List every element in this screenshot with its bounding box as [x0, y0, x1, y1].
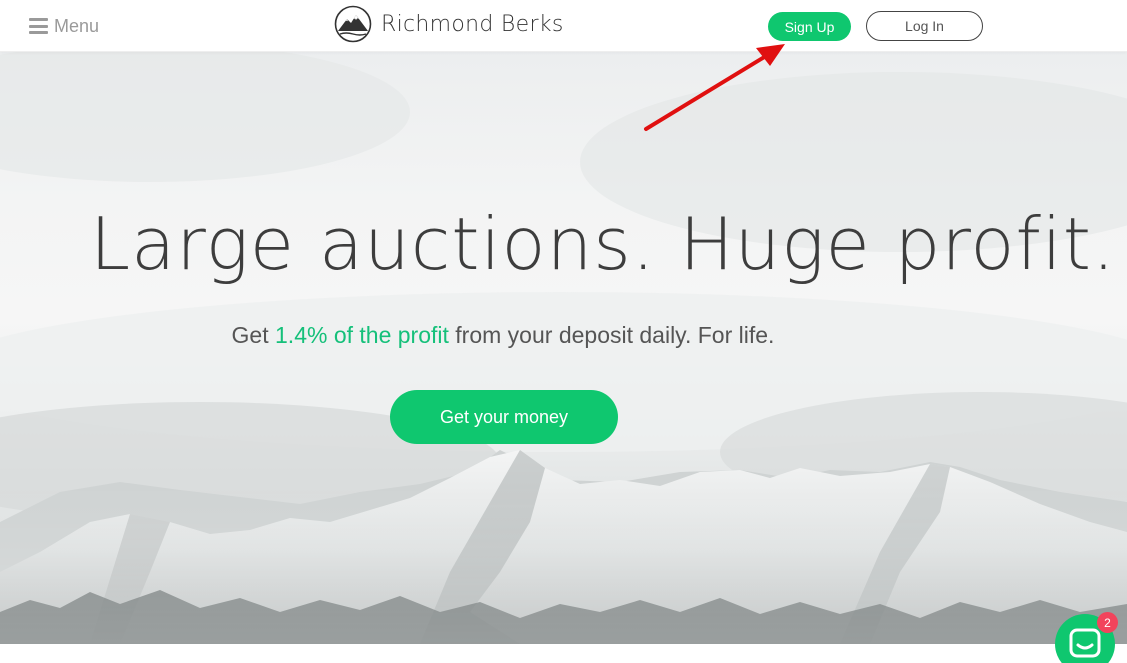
hamburger-icon	[29, 18, 48, 34]
subline-prefix: Get	[231, 322, 276, 348]
top-navbar: Menu Richmond Berks Sign Up Log In	[0, 0, 1127, 52]
log-in-button[interactable]: Log In	[866, 11, 983, 41]
page: Menu Richmond Berks Sign Up Log In Large…	[0, 0, 1127, 663]
get-your-money-button[interactable]: Get your money	[390, 390, 618, 444]
chat-bubble-icon	[1069, 628, 1101, 658]
hero-headline: Large auctions. Huge profit.	[90, 202, 1116, 286]
subline-highlight: 1.4% of the profit	[275, 322, 449, 348]
hero-section: Large auctions. Huge profit. Get 1.4% of…	[0, 52, 1127, 644]
hero-subline: Get 1.4% of the profit from your deposit…	[0, 322, 1006, 349]
subline-suffix: from your deposit daily. For life.	[448, 322, 775, 348]
brand-name: Richmond Berks	[381, 11, 564, 37]
chat-unread-badge: 2	[1097, 612, 1118, 633]
menu-label: Menu	[54, 15, 100, 36]
mountain-logo-icon	[334, 5, 372, 43]
sign-up-button[interactable]: Sign Up	[768, 12, 851, 41]
menu-button[interactable]: Menu	[29, 14, 99, 38]
brand-logo[interactable]: Richmond Berks	[334, 4, 564, 44]
